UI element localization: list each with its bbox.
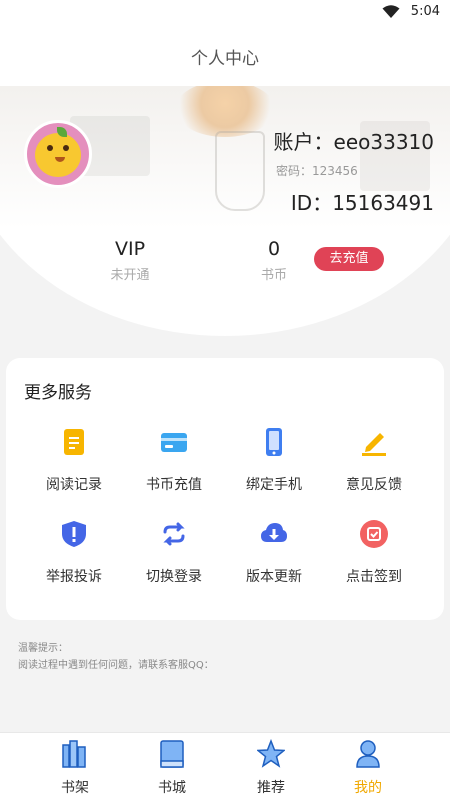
tab-label: 我的: [354, 780, 382, 796]
account-id: ID：15163491: [290, 191, 434, 215]
vip-value: VIP: [114, 238, 146, 260]
services-title: 更多服务: [24, 383, 92, 403]
service-label: 切换登录: [146, 569, 202, 585]
account-password: 密码：123456: [276, 164, 358, 178]
card-recharge-icon: [161, 433, 187, 452]
tab-label: 推荐: [257, 780, 285, 796]
status-time: 5:04: [410, 4, 440, 19]
tab-mine[interactable]: 我的: [338, 739, 398, 797]
avatar-eye: [47, 145, 53, 151]
service-reading-record[interactable]: 阅读记录: [24, 428, 124, 494]
calendar-check-icon: [360, 520, 388, 548]
tab-label: 书架: [61, 780, 89, 796]
app-header: 个人中心: [0, 24, 450, 86]
pencil-icon: [362, 433, 386, 456]
coin-label: 书币: [260, 268, 287, 283]
reading-record-icon: [64, 429, 84, 455]
avatar[interactable]: [24, 120, 92, 188]
coin-balance: 0 书币: [244, 238, 304, 283]
book-icon: [160, 740, 184, 768]
bottom-tab-bar: 书架 书城 推荐 我的: [0, 732, 450, 800]
tab-label: 书城: [158, 780, 186, 796]
bookshelf-icon: [62, 740, 86, 768]
avatar-eye: [63, 145, 69, 151]
tab-bookstore[interactable]: 书城: [142, 739, 202, 797]
star-icon: [255, 738, 287, 768]
coin-value: 0: [267, 238, 281, 260]
user-icon: [356, 740, 380, 768]
service-label: 意见反馈: [346, 477, 402, 493]
background-glass-image: [215, 131, 265, 211]
tab-bookshelf[interactable]: 书架: [45, 739, 105, 797]
recharge-button[interactable]: 去充值: [314, 247, 384, 271]
tips-section: 温馨提示： 阅读过程中遇到任何问题，请联系客服QQ：: [18, 640, 214, 674]
switch-icon: [163, 522, 185, 546]
service-label: 点击签到: [346, 569, 402, 585]
tips-text: 阅读过程中遇到任何问题，请联系客服QQ：: [18, 660, 214, 671]
background-lamp-image: [175, 86, 275, 137]
service-label: 举报投诉: [46, 569, 102, 585]
service-version-update[interactable]: 版本更新: [224, 520, 324, 586]
profile-area: 账户：eeo33310 密码：123456 ID：15163491 VIP 未开…: [0, 86, 450, 336]
service-coin-recharge[interactable]: 书币充值: [124, 428, 224, 494]
service-report[interactable]: 举报投诉: [24, 520, 124, 586]
page-title: 个人中心: [191, 49, 259, 69]
shield-icon: [62, 521, 86, 547]
service-switch-login[interactable]: 切换登录: [124, 520, 224, 586]
cloud-download-icon: [261, 523, 287, 542]
wifi-icon: [382, 5, 400, 18]
service-check-in[interactable]: 点击签到: [324, 520, 424, 586]
tab-recommend[interactable]: 推荐: [241, 738, 301, 797]
service-bind-phone[interactable]: 绑定手机: [224, 428, 324, 494]
service-label: 绑定手机: [246, 477, 302, 493]
services-card: 更多服务 阅读记录 书币充值 绑定手机 意见反馈 举报投诉 切换登录 版本更新 …: [6, 358, 444, 620]
service-feedback[interactable]: 意见反馈: [324, 428, 424, 494]
account-name: 账户：eeo33310: [273, 130, 434, 154]
status-bar: 5:04: [0, 0, 450, 24]
avatar-face: [35, 133, 81, 177]
vip-label: 未开通: [110, 268, 150, 283]
vip-status[interactable]: VIP 未开通: [98, 238, 162, 283]
service-label: 书币充值: [146, 477, 202, 493]
phone-icon: [266, 428, 282, 456]
service-label: 阅读记录: [46, 477, 102, 493]
service-label: 版本更新: [246, 569, 302, 585]
tips-title: 温馨提示：: [18, 643, 68, 654]
